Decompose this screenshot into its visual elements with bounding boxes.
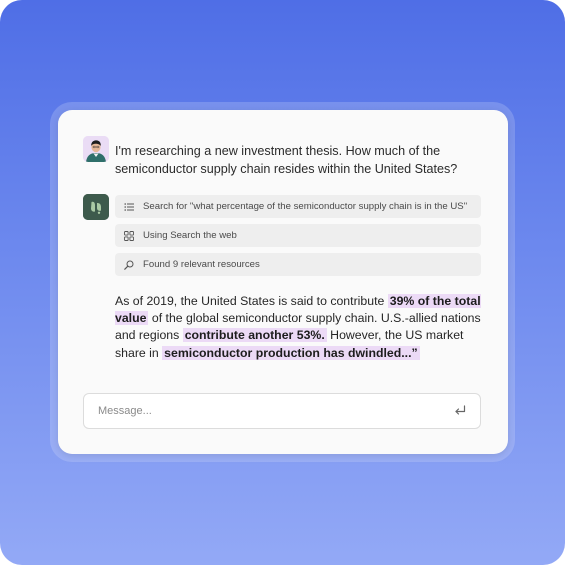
user-message: I'm researching a new investment thesis.… [115, 144, 458, 176]
page-background: I'm researching a new investment thesis.… [0, 0, 565, 565]
step-search-query: Search for "what percentage of the semic… [115, 195, 481, 218]
chat-card: I'm researching a new investment thesis.… [58, 110, 508, 454]
assistant-answer: As of 2019, the United States is said to… [115, 293, 485, 362]
message-input[interactable] [98, 394, 428, 428]
list-icon [123, 201, 135, 213]
magnifier-icon [123, 259, 135, 271]
user-avatar [83, 136, 109, 162]
step-label: Search for "what percentage of the semic… [143, 201, 468, 212]
apps-grid-icon [123, 230, 135, 242]
step-label: Using Search the web [143, 230, 237, 241]
message-composer [83, 393, 481, 429]
person-avatar-icon [83, 136, 109, 162]
assistant-logo-icon [83, 194, 109, 220]
answer-highlight: semiconductor production has dwindled...… [162, 345, 420, 360]
assistant-avatar [83, 194, 109, 220]
step-label: Found 9 relevant resources [143, 259, 260, 270]
enter-return-icon[interactable] [453, 404, 467, 418]
answer-highlight: contribute another 53%. [182, 328, 327, 343]
step-using-tool: Using Search the web [115, 224, 481, 247]
answer-text: As of 2019, the United States is said to… [115, 294, 388, 308]
step-results-found: Found 9 relevant resources [115, 253, 481, 276]
